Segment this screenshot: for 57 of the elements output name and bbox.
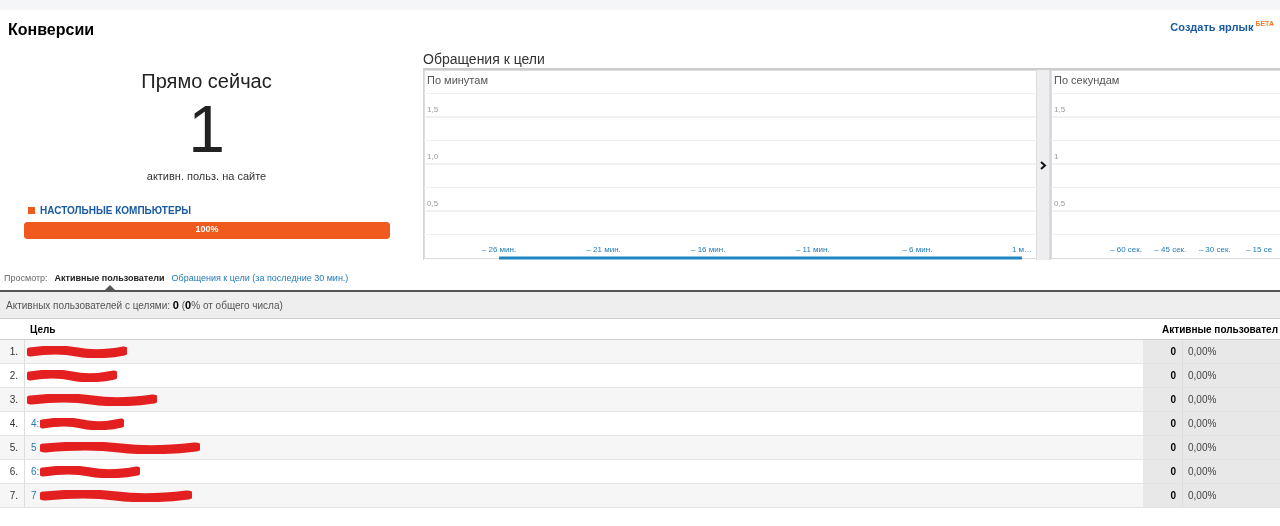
share-cell: 0,00%: [1183, 340, 1280, 363]
chart-caption: По секундам: [1054, 73, 1120, 88]
x-tick-label: – 30 сек.: [1198, 245, 1231, 254]
goal-link[interactable]: 4:: [31, 416, 40, 431]
column-header: Активные пользовател: [1162, 322, 1278, 337]
row-index: 7.: [0, 484, 25, 507]
users-cell: 0: [1143, 460, 1183, 483]
y-tick-label: 0,5: [1054, 199, 1066, 208]
x-tick-label: – 60 сек.: [1110, 245, 1142, 254]
row-index: 5.: [0, 436, 25, 459]
column-header: Цель: [30, 322, 56, 337]
row-index: 3.: [0, 388, 25, 411]
y-tick-label: 0,5: [427, 199, 439, 208]
goal-hits-title: Обращения к цели: [423, 50, 546, 68]
share-cell: 0,00%: [1183, 364, 1280, 387]
share-cell: 0,00%: [1183, 412, 1280, 435]
x-tick-label: – 16 мин.: [691, 245, 726, 254]
users-cell: 0: [1143, 436, 1183, 459]
page-title: Конверсии: [8, 20, 95, 40]
active-users-caption: активн. польз. на сайте: [146, 169, 267, 184]
chart-caption: По минутам: [427, 73, 488, 88]
summary-text: Активных пользователей с целями: 0 (0% от общего числа): [6, 297, 283, 313]
users-cell: 0: [1143, 364, 1183, 387]
right-now-title: Прямо сейчас: [141, 69, 272, 94]
x-tick-label: 1 м…: [1011, 245, 1033, 254]
share-cell: 0,00%: [1183, 436, 1280, 459]
x-tick-label: – 11 мин.: [795, 245, 830, 254]
goal-link[interactable]: 7: [31, 488, 37, 503]
share-cell: 0,00%: [1183, 460, 1280, 483]
users-cell: 0: [1143, 388, 1183, 411]
device-share-reading: 100%: [195, 223, 219, 237]
active-user-count: 1: [188, 96, 225, 162]
y-tick-label: 1,5: [427, 105, 439, 114]
y-tick-label: 1,5: [1054, 105, 1066, 114]
users-cell: 0: [1143, 412, 1183, 435]
x-tick-label: – 15 се: [1245, 245, 1273, 254]
view-tab[interactable]: Обращения к цели (за последние 30 мин.): [171, 268, 349, 290]
goal-link[interactable]: 5: [31, 440, 37, 455]
row-index: 1.: [0, 340, 25, 363]
x-tick-label: – 21 мин.: [586, 245, 621, 254]
create-shortcut-link[interactable]: Создать ярлык: [1170, 19, 1254, 36]
x-tick-label: – 6 мин.: [902, 245, 933, 254]
share-cell: 0,00%: [1183, 484, 1280, 507]
chevron-right-icon: [1039, 160, 1047, 170]
row-index: 6.: [0, 460, 25, 483]
share-cell: 0,00%: [1183, 388, 1280, 411]
y-tick-label: 1,0: [427, 152, 439, 161]
goal-link[interactable]: 6:: [31, 464, 40, 479]
x-tick-label: – 45 сек.: [1154, 245, 1187, 254]
row-index: 2.: [0, 364, 25, 387]
view-label: Просмотр:: [4, 272, 48, 286]
device-label: НАСТОЛЬНЫЕ КОМПЬЮТЕРЫ: [40, 203, 192, 218]
x-tick-label: – 26 мин.: [481, 245, 517, 254]
row-index: 4.: [0, 412, 25, 435]
users-cell: 0: [1143, 484, 1183, 507]
y-tick-label: 1: [1054, 152, 1059, 161]
users-cell: 0: [1143, 340, 1183, 363]
